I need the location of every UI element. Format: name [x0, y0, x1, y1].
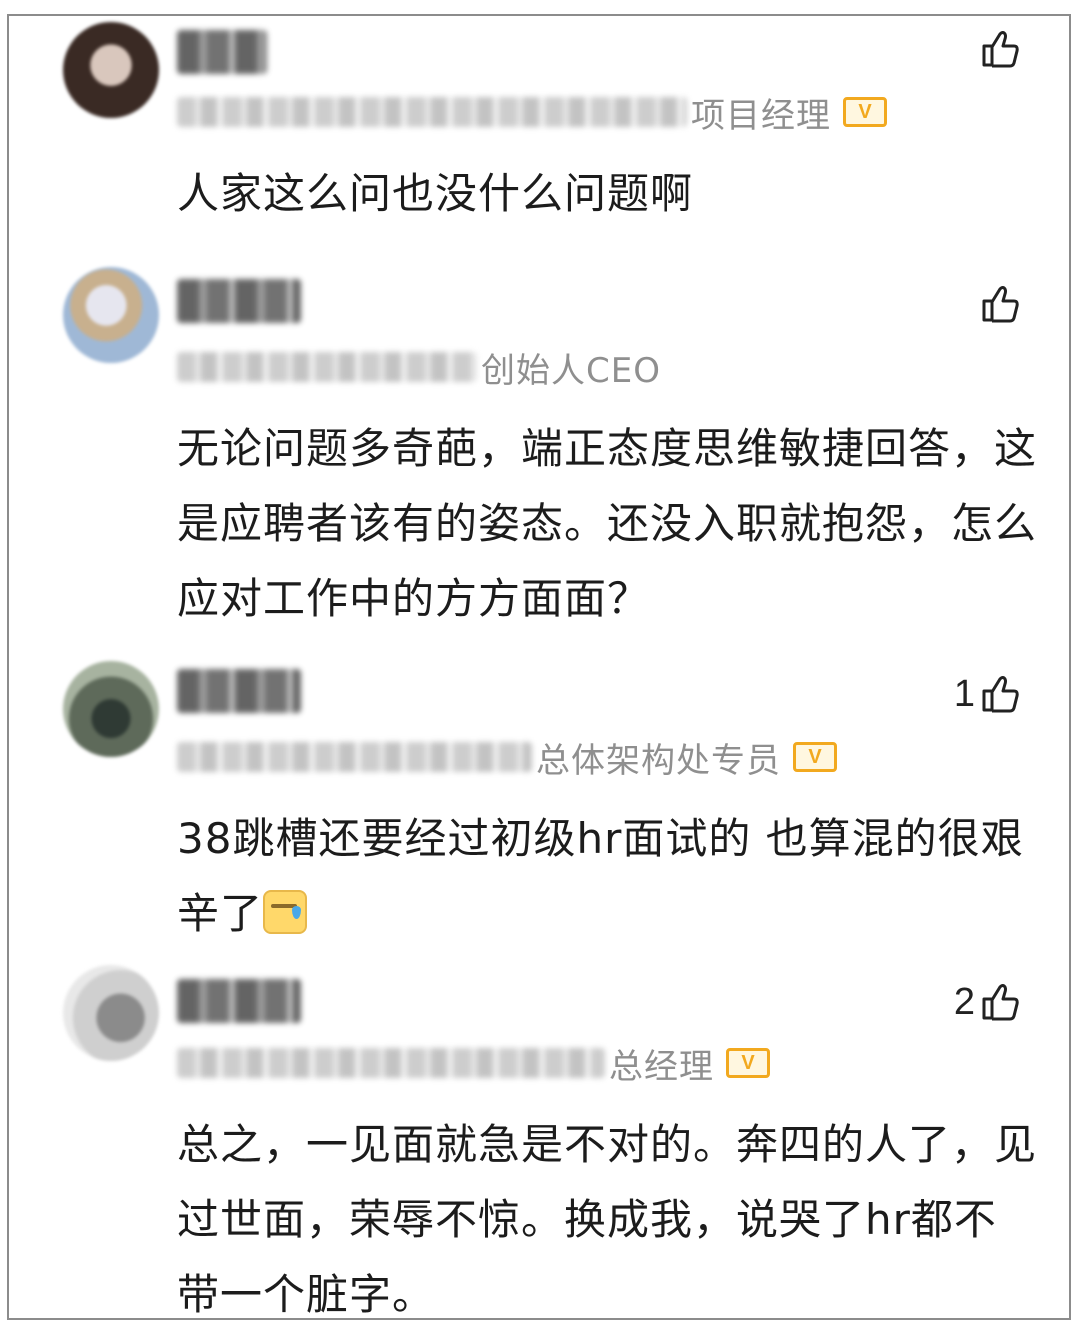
username-blurred[interactable]: [177, 30, 267, 74]
user-meta: 总体架构处专员 V: [177, 735, 837, 781]
comment-list: 项目经理 V 人家这么问也没什么问题啊 创始人CEO 无论问题多奇葩，端正态度思…: [7, 14, 1071, 1320]
user-role: 项目经理: [691, 95, 831, 136]
user-role: 总体架构处专员: [536, 740, 781, 781]
comment-text: 无论问题多奇葩，端正态度思维敏捷回答，这是应聘者该有的姿态。还没入职就抱怨，怎么…: [177, 424, 1038, 623]
user-meta: 总经理 V: [177, 1041, 770, 1087]
user-meta: 创始人CEO: [177, 345, 661, 391]
meta-blurred: [177, 352, 477, 382]
avatar[interactable]: [63, 267, 159, 363]
user-role: 总经理: [609, 1046, 714, 1087]
username-blurred[interactable]: [177, 979, 301, 1023]
like-button[interactable]: [975, 279, 1021, 329]
verified-v-badge-icon: V: [726, 1048, 770, 1078]
like-count: 1: [953, 672, 975, 715]
avatar[interactable]: [63, 22, 159, 118]
comment-text: 总之，一见面就急是不对的。奔四的人了，见过世面，荣辱不惊。换成我，说哭了hr都不…: [177, 1120, 1038, 1319]
thumbs-up-icon: [981, 30, 1021, 68]
avatar[interactable]: [63, 661, 159, 757]
thumbs-up-icon: [981, 285, 1021, 323]
like-count: 2: [953, 980, 975, 1023]
avatar[interactable]: [63, 965, 159, 1061]
meta-blurred: [177, 97, 687, 127]
sweat-emoji-icon: [263, 890, 308, 934]
username-blurred[interactable]: [177, 669, 301, 713]
thumbs-up-icon: [981, 983, 1021, 1021]
like-button[interactable]: 2: [954, 977, 1021, 1027]
username-blurred[interactable]: [177, 279, 301, 323]
meta-blurred: [177, 742, 532, 772]
meta-blurred: [177, 1048, 605, 1078]
user-meta: 项目经理 V: [177, 90, 887, 136]
comment-text: 人家这么问也没什么问题啊: [177, 169, 694, 218]
verified-v-badge-icon: V: [843, 97, 887, 127]
verified-v-badge-icon: V: [793, 742, 837, 772]
like-button[interactable]: 1: [954, 669, 1021, 719]
comment-text: 38跳槽还要经过初级hr面试的 也算混的很艰辛了: [177, 801, 1037, 951]
user-role: 创始人CEO: [481, 350, 661, 391]
like-button[interactable]: [975, 24, 1021, 74]
thumbs-up-icon: [981, 675, 1021, 713]
